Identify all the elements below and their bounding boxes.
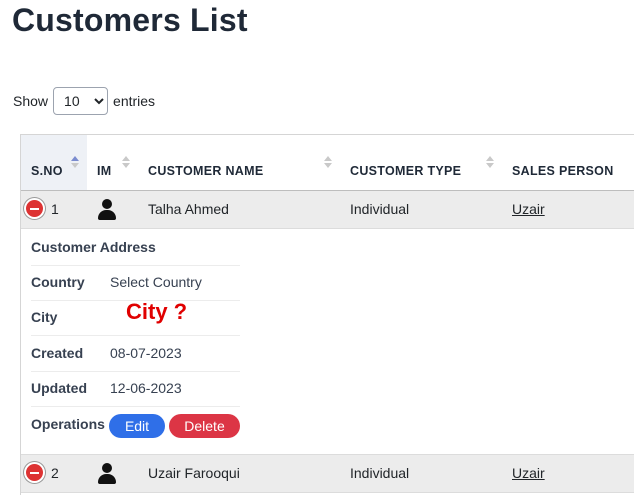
operations-label: Operations [31,416,105,432]
delete-button[interactable]: Delete [169,414,240,438]
user-avatar-icon [98,463,116,485]
entries-label: entries [113,93,156,109]
country-label: Country [31,274,85,290]
table-row[interactable]: 1 Talha Ahmed Individual Uzair [21,191,634,229]
city-label: City [31,309,58,325]
collapse-row-icon[interactable] [26,464,43,481]
customer-type-cell: Individual [350,201,410,217]
divider [31,265,240,266]
divider [31,406,240,407]
column-header-sno[interactable]: S.NO [31,164,63,178]
divider [31,371,240,372]
row-detail-panel: Customer Address Country Select Country … [21,229,634,455]
created-label: Created [31,345,84,361]
column-header-customer-type[interactable]: CUSTOMER TYPE [350,164,461,178]
divider [31,335,240,336]
updated-value: 12-06-2023 [110,380,182,396]
table-row[interactable]: 2 Uzair Farooqui Individual Uzair [21,455,634,493]
column-header-sales-person[interactable]: SALES PERSON [512,164,614,178]
edit-button[interactable]: Edit [109,414,165,438]
customer-name-cell: Uzair Farooqui [148,465,240,481]
sort-icon[interactable] [69,156,81,172]
collapse-row-icon[interactable] [26,200,43,217]
sort-icon[interactable] [322,156,334,172]
column-header-customer-name[interactable]: CUSTOMER NAME [148,164,263,178]
sort-icon[interactable] [120,156,132,172]
column-header-im[interactable]: IM [97,164,112,178]
page-title: Customers List [12,2,248,38]
created-value: 08-07-2023 [110,345,182,361]
table-header: S.NO IM CUSTOMER NAME CUSTOMER TYPE SALE… [21,135,634,191]
customer-name-cell: Talha Ahmed [148,201,229,217]
sort-icon[interactable] [484,156,496,172]
entries-length-control: Show 10 entries [13,87,155,115]
city-annotation: City ? [126,299,188,324]
sno-cell: 1 [51,201,59,217]
customers-table: S.NO IM CUSTOMER NAME CUSTOMER TYPE SALE… [20,134,634,495]
entries-select[interactable]: 10 [53,87,109,115]
sales-person-link[interactable]: Uzair [512,465,545,481]
updated-label: Updated [31,380,87,396]
customer-address-label: Customer Address [31,239,156,255]
sno-cell: 2 [51,465,59,481]
country-value: Select Country [110,274,202,290]
sales-person-link[interactable]: Uzair [512,201,545,217]
show-label: Show [13,93,49,109]
customer-type-cell: Individual [350,465,410,481]
user-avatar-icon [98,199,116,221]
